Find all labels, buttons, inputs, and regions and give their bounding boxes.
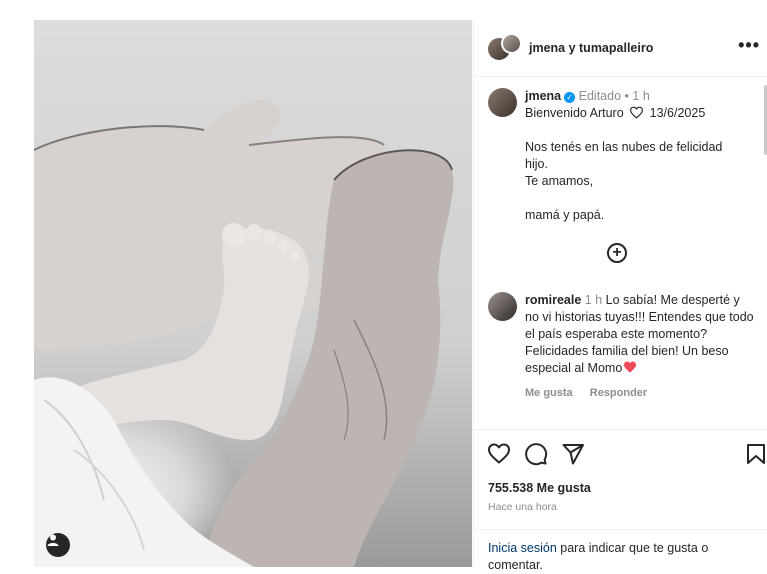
share-icon[interactable]: [561, 442, 585, 466]
likes-count[interactable]: 755.538 Me gusta: [488, 481, 591, 495]
more-options-icon[interactable]: •••: [738, 35, 760, 56]
coauthor-avatar[interactable]: [501, 33, 522, 54]
verified-badge-icon: ✓: [564, 92, 576, 103]
caption-first-line: Bienvenido Arturo: [525, 106, 624, 120]
user-tag-icon[interactable]: [46, 533, 70, 557]
divider: [474, 529, 767, 530]
edited-label: Editado: [578, 89, 622, 103]
heart-emoji-icon: [624, 361, 637, 373]
post-caption: jmena ✓ Editado • 1 h Bienvenido Arturo 1…: [525, 88, 760, 224]
plus-circle-icon[interactable]: +: [607, 243, 627, 263]
commenter-avatar[interactable]: [488, 292, 517, 321]
load-more-symbol: +: [612, 244, 622, 261]
post-side-panel: jmena y tumapalleiro ••• jmena ✓ Editado …: [473, 20, 767, 572]
caption-age: 1 h: [632, 89, 650, 103]
comments-scrollbar[interactable]: [763, 77, 767, 429]
post-authors[interactable]: jmena y tumapalleiro: [529, 41, 653, 55]
heart-outline-icon[interactable]: [487, 442, 511, 466]
post-photo[interactable]: [34, 20, 472, 567]
caption-avatar[interactable]: [488, 88, 517, 117]
save-icon[interactable]: [744, 442, 767, 466]
comment-icon[interactable]: [524, 442, 548, 466]
post-actions: 755.538 Me gusta Hace una hora Inicia se…: [474, 429, 767, 572]
login-prompt: Inicia sesión para indicar que te gusta …: [488, 540, 748, 574]
caption-date: 13/6/2025: [649, 106, 706, 120]
person-icon: [47, 534, 59, 546]
caption-username[interactable]: jmena: [525, 89, 561, 103]
commenter-username[interactable]: romireale: [525, 293, 581, 307]
post-time[interactable]: Hace una hora: [488, 501, 557, 513]
hands-and-baby-foot-image: [34, 99, 454, 567]
post-header: jmena y tumapalleiro •••: [474, 20, 767, 77]
comment-like-button[interactable]: Me gusta: [525, 387, 573, 399]
comment-reply-button[interactable]: Responder: [590, 387, 647, 399]
login-link[interactable]: Inicia sesión: [488, 541, 557, 555]
comments-list[interactable]: jmena ✓ Editado • 1 h Bienvenido Arturo 1…: [474, 77, 767, 429]
separator-dot: •: [624, 89, 629, 103]
comment-item: romireale 1 h Lo sabía! Me desperté y no…: [525, 292, 757, 402]
heart-outline-small-icon: [630, 106, 644, 119]
caption-body: Nos tenés en las nubes de felicidad hijo…: [525, 140, 723, 222]
comment-age: 1 h: [584, 293, 603, 307]
